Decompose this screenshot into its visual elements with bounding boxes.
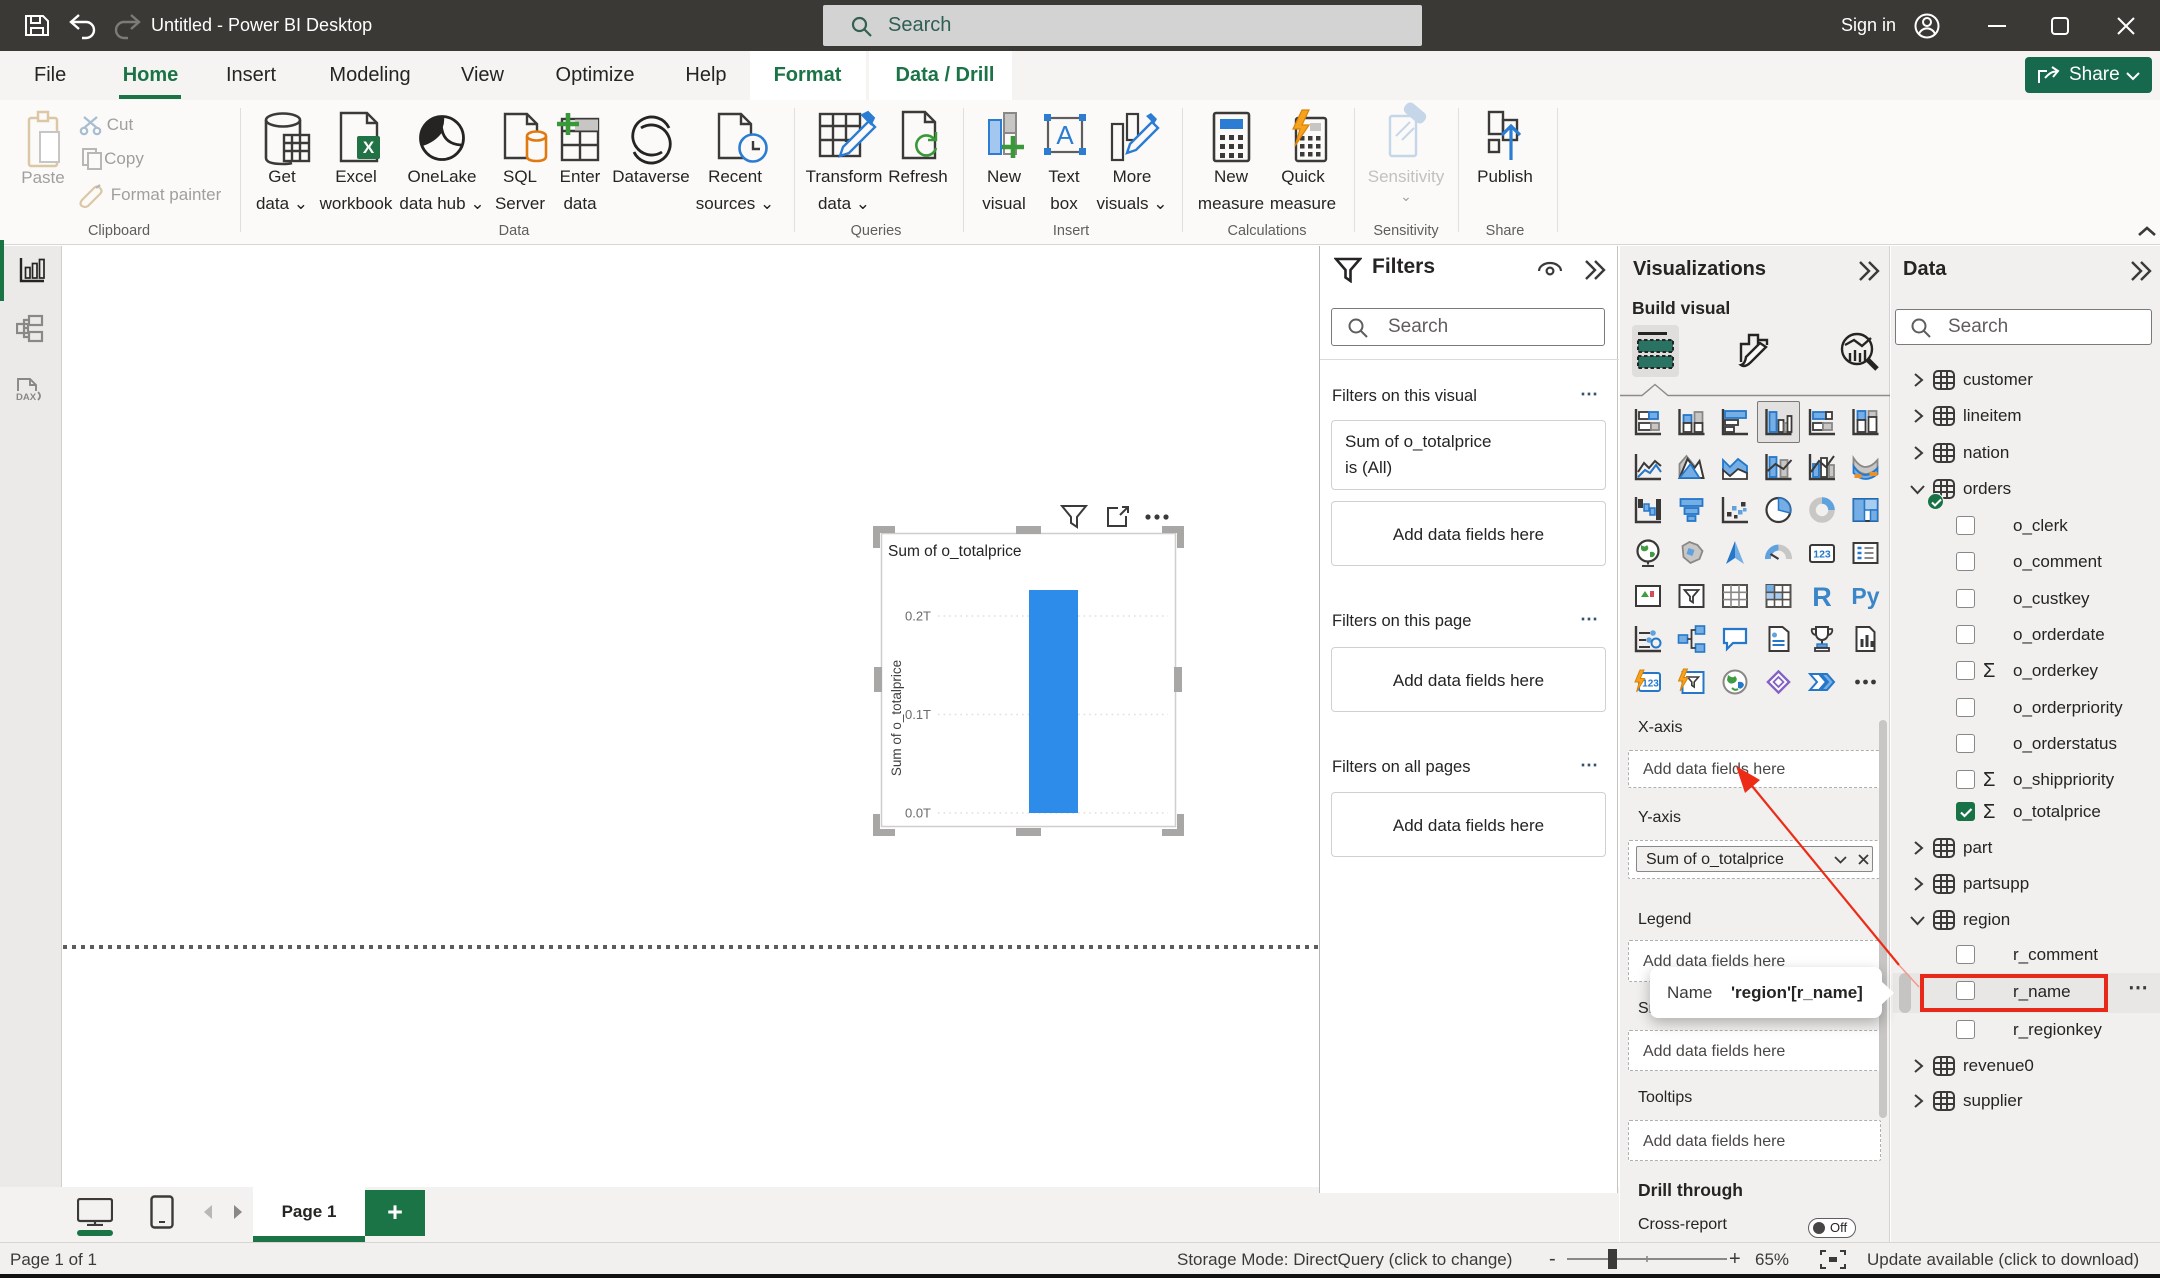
svg-text:Sum of o_totalprice: Sum of o_totalprice: [888, 543, 1022, 560]
svg-text:0.1T: 0.1T: [905, 707, 931, 722]
svg-text:123: 123: [1642, 679, 1659, 690]
svg-text:R: R: [1812, 582, 1832, 612]
svg-text:0.0T: 0.0T: [905, 806, 931, 821]
svg-text:Py: Py: [1851, 583, 1879, 609]
svg-text:A: A: [1056, 120, 1074, 150]
svg-text:0.2T: 0.2T: [905, 609, 931, 624]
svg-text:Sum of o_totalprice: Sum of o_totalprice: [889, 660, 904, 776]
svg-text:DAX: DAX: [16, 392, 37, 403]
svg-text:X: X: [363, 138, 375, 157]
svg-text:123: 123: [1813, 549, 1831, 561]
